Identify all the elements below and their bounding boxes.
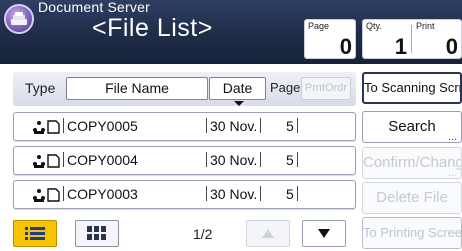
search-button-label: Search [388, 118, 436, 135]
more-options-icon: ... [447, 131, 457, 143]
copy-document-icon [32, 153, 60, 174]
file-name: COPY0003 [63, 186, 138, 202]
copy-document-icon [32, 187, 60, 208]
file-row[interactable]: COPY0004 30 Nov. 5 [13, 146, 356, 175]
qty-counter-value: 1 [394, 34, 407, 59]
file-name: COPY0005 [63, 118, 138, 134]
file-page-count: 5 [286, 118, 298, 134]
file-date: 30 Nov. [206, 152, 262, 168]
triangle-down-icon [318, 229, 330, 238]
screen-title: <File List> [92, 14, 213, 42]
file-page-count: 5 [286, 186, 298, 202]
qty-print-counter: Qty. 1 Print 0 [362, 19, 462, 59]
search-button[interactable]: Search ... [362, 111, 462, 143]
file-page-count: 5 [286, 152, 298, 168]
sort-descending-arrow-icon [234, 101, 244, 106]
print-counter-value: 0 [445, 34, 458, 59]
page-counter: Page 0 [304, 19, 356, 59]
sort-by-date-button[interactable]: Date [209, 77, 266, 100]
app-title: Document Server [38, 0, 150, 15]
copy-document-icon [32, 119, 60, 140]
file-name: COPY0004 [63, 152, 138, 168]
page-indicator: 1/2 [193, 226, 213, 242]
header-bar: Document Server <File List> Page 0 Qty. … [0, 0, 462, 64]
grid-view-icon [87, 226, 106, 240]
list-view-icon [25, 227, 45, 240]
to-printing-screen-button[interactable]: To Printing Screen [362, 217, 462, 249]
page-counter-label: Page [308, 21, 330, 31]
previous-page-button[interactable] [246, 220, 290, 247]
list-view-button[interactable] [13, 220, 57, 247]
print-counter-label: Print [416, 21, 435, 31]
page-counter-value: 0 [339, 34, 352, 59]
sort-by-print-order-button[interactable]: PrntOrdr [301, 77, 351, 100]
page-column-label: Page [270, 80, 301, 95]
file-row[interactable]: COPY0003 30 Nov. 5 [13, 180, 356, 209]
to-scanning-screen-button[interactable]: To Scanning Scrn. [362, 72, 462, 104]
next-page-button[interactable] [302, 220, 346, 247]
document-server-app-icon [4, 4, 34, 34]
file-date: 30 Nov. [206, 118, 262, 134]
thumbnail-view-button[interactable] [75, 220, 119, 247]
qty-counter-label: Qty. [366, 21, 382, 31]
file-row[interactable]: COPY0005 30 Nov. 5 [13, 112, 356, 141]
triangle-up-icon [262, 229, 274, 238]
more-options-icon: ... [447, 167, 457, 179]
delete-file-button[interactable]: Delete File [362, 182, 462, 214]
confirm-change-button[interactable]: Confirm/Change ... [362, 147, 462, 179]
sort-by-file-name-button[interactable]: File Name [66, 77, 208, 100]
counter-divider [411, 25, 412, 53]
column-header-bar: Type File Name Date Page PrntOrdr [13, 72, 356, 106]
type-column-label: Type [25, 80, 56, 96]
file-date: 30 Nov. [206, 186, 262, 202]
